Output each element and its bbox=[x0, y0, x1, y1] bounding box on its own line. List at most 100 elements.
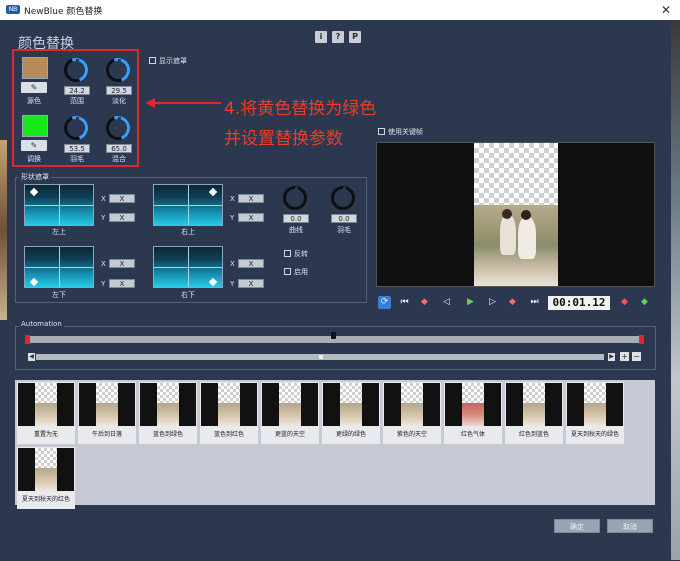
shape-mask-title: 形状遮罩 bbox=[19, 172, 51, 182]
preset-card[interactable]: 蓝色到绿色 bbox=[139, 382, 197, 444]
top-right-x-field[interactable]: X bbox=[238, 194, 264, 203]
preset-label: 午后到日落 bbox=[91, 431, 122, 438]
preset-photo bbox=[340, 403, 362, 426]
preset-thumbnail bbox=[201, 383, 257, 426]
ok-button[interactable]: 确定 bbox=[554, 519, 600, 533]
curve-value[interactable]: 0.0 bbox=[283, 214, 309, 223]
keyframe-marker[interactable] bbox=[25, 335, 30, 344]
mask-feather-knob[interactable] bbox=[331, 186, 355, 210]
use-keyframes-checkbox[interactable] bbox=[378, 128, 385, 135]
preset-card[interactable]: 重置为无 bbox=[17, 382, 75, 444]
close-button[interactable]: ✕ bbox=[657, 2, 675, 18]
preset-thumbnail bbox=[384, 383, 440, 426]
annotation-text-line2: 并设置替换参数 bbox=[224, 129, 343, 149]
preset-photo bbox=[218, 403, 240, 426]
preset-thumbnail bbox=[140, 383, 196, 426]
step-forward-icon[interactable]: ▷ bbox=[486, 296, 499, 309]
add-keyframe-icon[interactable]: ◆ bbox=[638, 296, 651, 309]
preset-card[interactable]: 蓝色到红色 bbox=[200, 382, 258, 444]
preset-label: 重置为无 bbox=[33, 431, 58, 438]
preset-photo bbox=[279, 403, 301, 426]
window-title: NewBlue 颜色替换 bbox=[24, 7, 103, 17]
bottom-left-x-field[interactable]: X bbox=[109, 259, 135, 268]
bottom-left-y-field[interactable]: X bbox=[109, 279, 135, 288]
preset-card[interactable]: 更绿的绿色 bbox=[322, 382, 380, 444]
top-left-y-field[interactable]: X bbox=[109, 213, 135, 222]
axis-y-label: Y bbox=[230, 214, 235, 222]
top-right-label: 右上 bbox=[181, 228, 195, 236]
preset-button[interactable]: P bbox=[349, 31, 361, 43]
preset-label: 红色气体 bbox=[460, 431, 485, 438]
automation-label: Automation bbox=[19, 320, 64, 328]
step-back-icon[interactable]: ◁ bbox=[440, 296, 453, 309]
help-button[interactable]: ? bbox=[332, 31, 344, 43]
title-bar: NB NewBlue 颜色替换 ✕ bbox=[0, 0, 680, 20]
bottom-right-pad[interactable] bbox=[153, 246, 223, 288]
enable-checkbox[interactable] bbox=[284, 268, 291, 275]
scroll-thumb[interactable] bbox=[319, 355, 323, 359]
app-logo-icon: NB bbox=[6, 5, 20, 14]
preset-card[interactable]: 红色到蓝色 bbox=[505, 382, 563, 444]
preset-card[interactable]: 红色气体 bbox=[444, 382, 502, 444]
invert-checkbox[interactable] bbox=[284, 250, 291, 257]
preset-card[interactable]: 紫色的天空 bbox=[383, 382, 441, 444]
preset-checker bbox=[523, 383, 545, 403]
preset-thumbnail bbox=[79, 383, 135, 426]
axis-y-label: Y bbox=[101, 214, 106, 222]
go-end-icon[interactable]: ⏭ bbox=[528, 296, 541, 309]
go-start-icon[interactable]: ⏮ bbox=[398, 296, 411, 309]
mask-feather-value[interactable]: 0.0 bbox=[331, 214, 357, 223]
preset-card[interactable]: 夏天到秋天的红色 bbox=[17, 447, 75, 509]
zoom-out-icon[interactable]: − bbox=[632, 352, 641, 361]
timecode-display[interactable]: 00:01.12 bbox=[548, 296, 610, 310]
handle-icon[interactable] bbox=[208, 187, 218, 197]
handle-icon[interactable] bbox=[29, 187, 39, 197]
show-mask-checkbox[interactable] bbox=[149, 57, 156, 64]
scroll-right-icon[interactable]: ▶ bbox=[608, 353, 615, 361]
preset-thumbnail bbox=[18, 448, 74, 491]
background-desktop bbox=[0, 140, 7, 320]
next-keyframe-icon[interactable]: ◆ bbox=[506, 296, 519, 309]
info-button[interactable]: i bbox=[315, 31, 327, 43]
use-keyframes-label: 使用关键帧 bbox=[388, 128, 423, 136]
bottom-right-y-field[interactable]: X bbox=[238, 279, 264, 288]
preset-card[interactable]: 夏天到秋天的绿色 bbox=[566, 382, 624, 444]
axis-y-label: Y bbox=[230, 280, 235, 288]
top-right-pad[interactable] bbox=[153, 184, 223, 226]
preset-thumbnail bbox=[506, 383, 562, 426]
top-right-y-field[interactable]: X bbox=[238, 213, 264, 222]
preset-card[interactable]: 更蓝的天空 bbox=[261, 382, 319, 444]
bottom-right-x-field[interactable]: X bbox=[238, 259, 264, 268]
play-icon[interactable]: ▶ bbox=[464, 296, 477, 309]
preset-checker bbox=[584, 383, 606, 403]
keyframe-marker[interactable] bbox=[639, 335, 644, 344]
handle-icon[interactable] bbox=[208, 277, 218, 287]
cancel-button[interactable]: 取消 bbox=[607, 519, 653, 533]
preset-photo bbox=[96, 403, 118, 426]
preset-photo bbox=[35, 403, 57, 426]
prev-keyframe-icon[interactable]: ◆ bbox=[418, 296, 431, 309]
curve-knob[interactable] bbox=[283, 186, 307, 210]
top-left-pad[interactable] bbox=[24, 184, 94, 226]
enable-label: 启用 bbox=[294, 268, 308, 276]
mask-feather-label: 羽毛 bbox=[337, 226, 351, 234]
preset-thumbnail bbox=[323, 383, 379, 426]
annotation-highlight-box bbox=[12, 49, 139, 167]
preset-photo bbox=[584, 403, 606, 426]
playhead[interactable] bbox=[331, 332, 336, 339]
top-left-x-field[interactable]: X bbox=[109, 194, 135, 203]
scroll-left-icon[interactable]: ◀ bbox=[28, 353, 35, 361]
preset-label: 更蓝的天空 bbox=[274, 431, 305, 438]
bottom-left-pad[interactable] bbox=[24, 246, 94, 288]
preset-checker bbox=[157, 383, 179, 403]
background-desktop bbox=[671, 20, 680, 560]
preset-checker bbox=[279, 383, 301, 403]
preset-label: 更绿的绿色 bbox=[335, 431, 366, 438]
delete-keyframe-icon[interactable]: ◆ bbox=[618, 296, 631, 309]
zoom-in-icon[interactable]: + bbox=[620, 352, 629, 361]
preset-thumbnail bbox=[18, 383, 74, 426]
preset-card[interactable]: 午后到日落 bbox=[78, 382, 136, 444]
preview-image bbox=[474, 205, 558, 286]
handle-icon[interactable] bbox=[29, 277, 39, 287]
loop-icon[interactable]: ⟳ bbox=[378, 296, 391, 309]
